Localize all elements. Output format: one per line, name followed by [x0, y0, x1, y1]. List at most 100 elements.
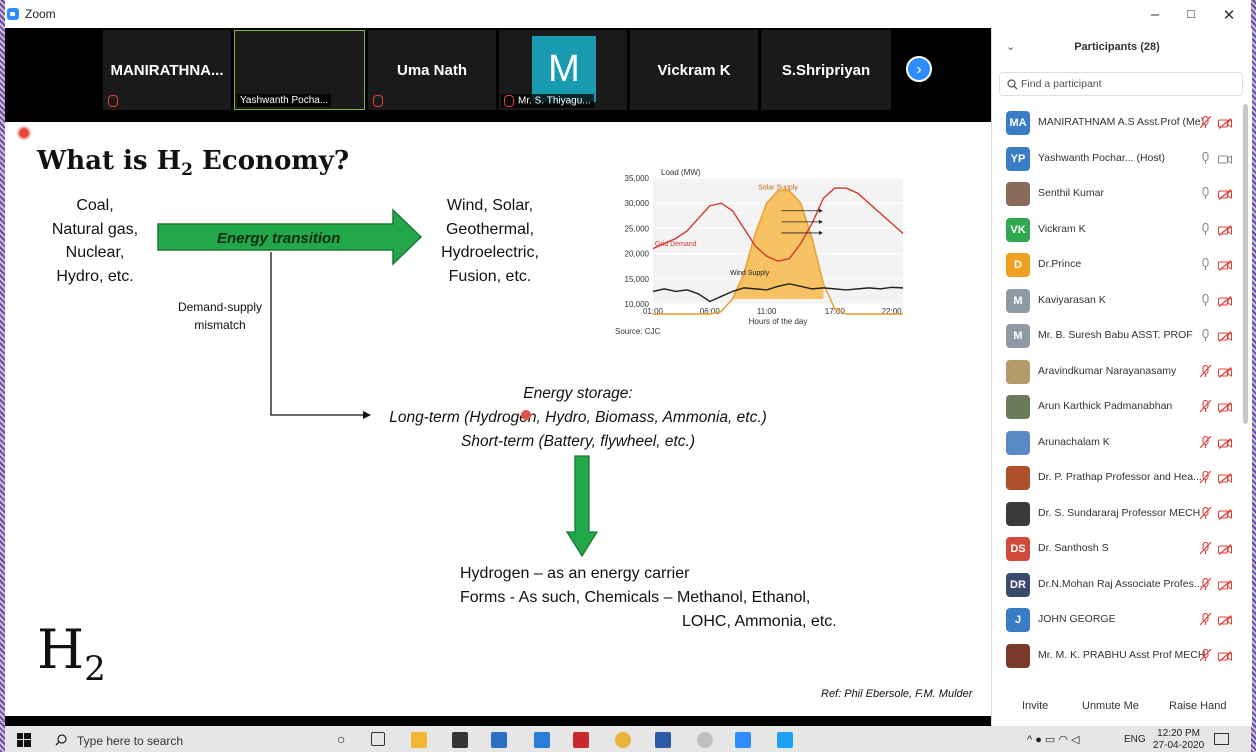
avatar	[1006, 501, 1030, 526]
participant-name: Mr. B. Suresh Babu ASST. PROF	[1038, 329, 1193, 341]
participant-row[interactable]: Dr. P. Prathap Professor and Hea...	[992, 460, 1242, 495]
video-off-icon[interactable]	[1218, 544, 1232, 555]
mic-icon[interactable]	[1200, 258, 1212, 271]
participant-row[interactable]: Arun Karthick Padmanabhan	[992, 389, 1242, 424]
avatar: DS	[1006, 537, 1030, 561]
y-tick-label: 25,000	[625, 224, 650, 233]
cortana-icon[interactable]: ○	[337, 731, 345, 747]
video-off-icon[interactable]	[1218, 579, 1232, 591]
mic-icon[interactable]	[1200, 293, 1212, 307]
participant-row[interactable]: Mr. M. K. PRABHU Asst Prof MECH	[992, 638, 1242, 673]
app-l-icon[interactable]	[534, 732, 550, 748]
hydrogen-line: LOHC, Ammonia, etc.	[682, 613, 837, 630]
taskbar-clock[interactable]: 12:20 PM 27-04-2020	[1153, 728, 1204, 752]
panel-scrollbar[interactable]	[1243, 104, 1248, 424]
mute-status	[105, 94, 125, 108]
avatar	[1006, 359, 1030, 384]
chrome-icon[interactable]	[615, 732, 631, 748]
video-off-icon[interactable]	[1218, 224, 1232, 236]
unmute-me-button[interactable]: Unmute Me	[1076, 696, 1145, 716]
video-off-icon[interactable]	[1218, 473, 1232, 484]
video-tile[interactable]: MANIRATHNA...	[103, 30, 231, 110]
muted-mic-icon[interactable]	[1200, 471, 1212, 484]
video-tile[interactable]: S.Shripriyan	[761, 30, 891, 110]
invite-button[interactable]: Invite	[1016, 696, 1054, 716]
muted-mic-icon[interactable]	[1200, 648, 1212, 662]
mail-icon[interactable]	[491, 732, 507, 748]
participant-row[interactable]: Aravindkumar Narayanasamy	[992, 354, 1242, 389]
avatar: D	[1006, 253, 1030, 277]
video-off-icon[interactable]	[1218, 295, 1232, 307]
muted-mic-icon[interactable]	[1200, 435, 1212, 449]
windows-start-icon[interactable]	[17, 733, 31, 747]
video-tile[interactable]: Vickram K	[630, 30, 758, 110]
participant-row[interactable]: Dr. S. Sundararaj Professor MECH	[992, 496, 1242, 531]
video-off-icon[interactable]	[1218, 615, 1232, 626]
participant-search-input[interactable]: Find a participant	[999, 72, 1243, 96]
participant-row[interactable]: YP Yashwanth Pochar... (Host)	[992, 141, 1242, 176]
video-icon[interactable]	[1218, 154, 1232, 165]
participant-row[interactable]: MA MANIRATHNAM A.S Asst.Prof (Me)	[992, 105, 1242, 140]
task-view-icon[interactable]	[371, 732, 385, 746]
word-icon[interactable]	[655, 732, 671, 748]
participant-row[interactable]: DS Dr. Santhosh S	[992, 531, 1242, 566]
participant-row[interactable]: Senthil Kumar	[992, 176, 1242, 211]
video-off-icon[interactable]	[1218, 260, 1232, 271]
participant-name: MANIRATHNA...	[110, 62, 224, 79]
video-off-icon[interactable]	[1218, 331, 1232, 342]
mute-status	[370, 94, 390, 108]
storage-line: Short-term (Battery, flywheel, etc.)	[461, 433, 695, 450]
file-explorer-icon[interactable]	[411, 732, 427, 748]
video-off-icon[interactable]	[1218, 189, 1232, 200]
taskbar-search-box[interactable]: Type here to search	[45, 729, 325, 750]
mic-icon[interactable]	[1200, 151, 1212, 165]
next-page-button[interactable]: ›	[906, 56, 932, 82]
muted-mic-icon[interactable]	[1200, 116, 1212, 129]
mic-icon[interactable]	[1200, 222, 1212, 236]
participant-row[interactable]: M Kaviyarasan K	[992, 283, 1242, 318]
video-off-icon[interactable]	[1218, 437, 1232, 449]
video-off-icon[interactable]	[1218, 508, 1232, 520]
storage-line: Energy storage:	[523, 385, 633, 402]
search-icon	[55, 734, 67, 746]
raise-hand-button[interactable]: Raise Hand	[1163, 696, 1232, 716]
muted-mic-icon[interactable]	[1200, 577, 1212, 591]
maximize-button[interactable]: □	[1181, 6, 1201, 21]
video-off-icon[interactable]	[1218, 650, 1232, 662]
participant-name: Senthil Kumar	[1038, 187, 1104, 199]
video-tile[interactable]: Uma Nath	[368, 30, 496, 110]
participant-name: Vickram K	[657, 62, 731, 79]
close-button[interactable]: ✕	[1219, 6, 1239, 24]
video-off-icon[interactable]	[1218, 402, 1232, 413]
muted-mic-icon[interactable]	[1200, 613, 1212, 626]
muted-mic-icon[interactable]	[1200, 506, 1212, 520]
muted-mic-icon[interactable]	[1200, 400, 1212, 413]
mcafee-icon[interactable]	[573, 732, 589, 748]
participant-row[interactable]: D Dr.Prince	[992, 247, 1242, 282]
participant-name: Aravindkumar Narayanasamy	[1038, 364, 1177, 377]
muted-mic-icon[interactable]	[1200, 542, 1212, 555]
hydrogen-line: Forms - As such, Chemicals – Methanol, E…	[460, 589, 811, 606]
participant-row[interactable]: M Mr. B. Suresh Babu ASST. PROF	[992, 318, 1242, 353]
video-off-icon[interactable]	[1218, 366, 1232, 378]
twitter-icon[interactable]	[777, 732, 793, 748]
notification-icon[interactable]	[1214, 733, 1229, 745]
tray-icons[interactable]: ^ ● ▭ ◠ ◁	[1027, 733, 1079, 746]
muted-mic-icon[interactable]	[1200, 364, 1212, 378]
zoom-taskbar-icon[interactable]	[735, 732, 751, 748]
video-tile[interactable]: M Mr. S. Thiyagu...	[499, 30, 627, 110]
participant-row[interactable]: DR Dr.N.Mohan Raj Associate Profes...	[992, 567, 1242, 602]
participant-row[interactable]: Arunachalam K	[992, 425, 1242, 460]
minimize-button[interactable]: –	[1145, 6, 1165, 23]
store-icon[interactable]	[452, 732, 468, 748]
participant-name: Dr. S. Sundararaj Professor MECH	[1038, 506, 1201, 519]
language-indicator[interactable]: ENG	[1124, 734, 1146, 745]
active-speaker-tile[interactable]: Yashwanth Pocha...	[234, 30, 365, 110]
avatar: M	[1006, 324, 1030, 348]
participant-row[interactable]: J JOHN GEORGE	[992, 602, 1242, 637]
mic-icon[interactable]	[1200, 329, 1212, 342]
participant-row[interactable]: VK Vickram K	[992, 212, 1242, 247]
snipping-tool-icon[interactable]	[697, 732, 713, 748]
mic-icon[interactable]	[1200, 187, 1212, 200]
video-off-icon[interactable]	[1218, 118, 1232, 129]
